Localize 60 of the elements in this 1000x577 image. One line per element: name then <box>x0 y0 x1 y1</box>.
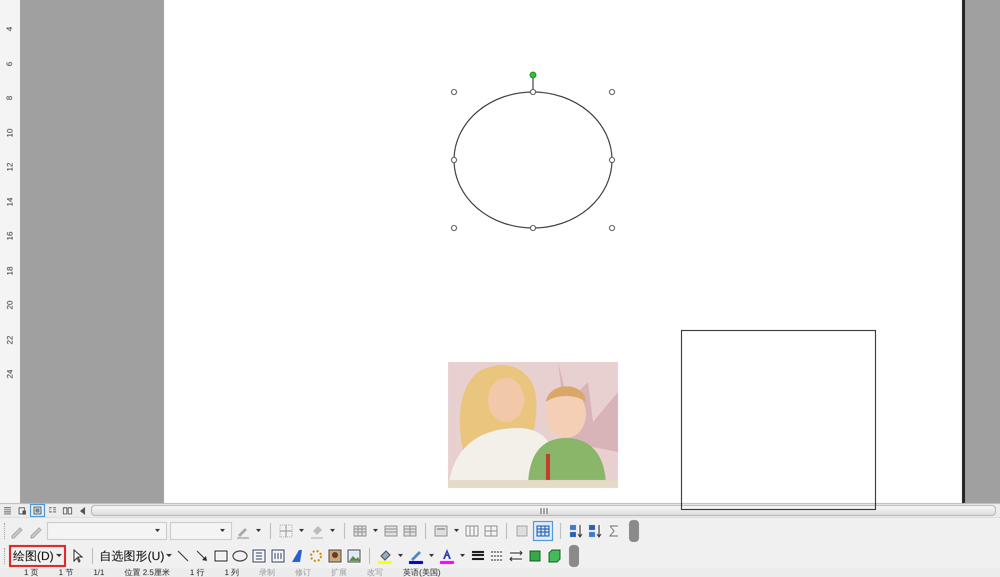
caret-icon[interactable] <box>220 529 225 532</box>
ruler-number: 10 <box>6 128 14 137</box>
status-text: 1 列 <box>224 568 240 577</box>
status-text: 改写 <box>367 568 384 577</box>
ruler-number: 18 <box>6 266 14 275</box>
ruler-number: 6 <box>6 61 14 66</box>
caret-icon[interactable] <box>454 529 459 532</box>
ellipse-icon[interactable] <box>232 548 248 564</box>
ruler-number: 20 <box>6 300 14 310</box>
status-text: 录制 <box>259 568 276 577</box>
status-text: 位置 2.5厘米 <box>124 568 170 577</box>
sort-descending-icon[interactable] <box>587 522 603 538</box>
sort-ascending-icon[interactable] <box>568 522 584 538</box>
caret-icon[interactable] <box>155 529 160 532</box>
view-icon <box>62 505 73 516</box>
ruler-number: 8 <box>6 96 14 100</box>
caret-icon[interactable] <box>460 554 466 557</box>
text-box-icon[interactable] <box>251 548 268 564</box>
image-icon[interactable] <box>346 548 362 564</box>
grip-icon[interactable] <box>540 508 548 514</box>
caret-icon[interactable] <box>398 554 404 557</box>
status-text: 修订 <box>295 568 312 577</box>
view-icon <box>2 505 13 516</box>
status-text: 1 页 <box>24 568 39 577</box>
ruler-number: 14 <box>6 197 14 206</box>
align-icon[interactable] <box>433 522 449 538</box>
ruler-number: 4 <box>6 26 14 32</box>
view-icon <box>32 505 43 516</box>
ruler-number: 16 <box>6 232 14 240</box>
caret-icon[interactable] <box>330 529 335 532</box>
view-button[interactable] <box>30 504 45 517</box>
rectangle-shape[interactable] <box>681 330 876 510</box>
ruler-number: 22 <box>6 335 14 344</box>
vertical-text-box-icon[interactable] <box>270 548 286 564</box>
selection-handles[interactable] <box>451 72 615 231</box>
rectangle-icon[interactable] <box>213 548 230 564</box>
status-text: 扩展 <box>331 568 348 577</box>
clip-art-icon[interactable] <box>327 548 344 564</box>
status-text: 1/1 <box>93 568 104 577</box>
scroll-left-icon[interactable] <box>79 506 87 514</box>
view-icon <box>17 505 28 516</box>
font-color-icon[interactable] <box>439 548 456 564</box>
toolbar-overflow-button[interactable] <box>569 544 580 566</box>
caret-icon[interactable] <box>299 529 304 532</box>
status-text: 英语(美国) <box>403 568 440 577</box>
autoshapes-menu[interactable]: 自选图形(U) <box>100 546 172 566</box>
table-grid-icon[interactable] <box>535 522 551 538</box>
ruler-number: 24 <box>6 370 14 378</box>
horizontal-scrollbar[interactable] <box>91 505 996 516</box>
ellipse-shape[interactable] <box>454 92 612 228</box>
arrow-style-icon[interactable] <box>508 548 524 564</box>
status-text: 1 行 <box>190 568 204 577</box>
caret-icon[interactable] <box>373 529 378 532</box>
toolbar-overflow-button[interactable] <box>629 520 639 542</box>
fill-color-icon[interactable] <box>377 548 394 564</box>
caret-icon[interactable] <box>256 529 261 532</box>
caret-icon[interactable] <box>429 554 434 557</box>
status-text: 1 节 <box>58 568 74 577</box>
draw-menu[interactable]: 绘图(D) <box>9 544 66 566</box>
ruler-number: 12 <box>6 162 14 172</box>
